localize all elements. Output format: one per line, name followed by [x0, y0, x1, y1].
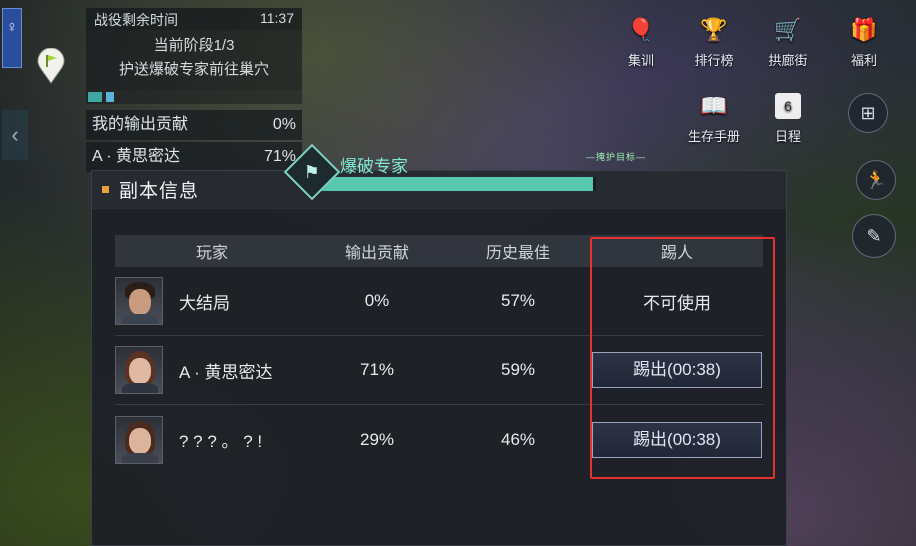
- book-icon: 📖: [700, 93, 728, 118]
- role-name: 爆破专家: [340, 157, 408, 176]
- flag-icon: ⚑: [303, 161, 321, 182]
- menu-arcade[interactable]: 🛒 拱廊街: [760, 12, 816, 69]
- kick-button[interactable]: 踢出(00:38): [592, 352, 762, 388]
- col-best: 历史最佳: [485, 245, 550, 262]
- player-status-chip[interactable]: ♀: [2, 8, 22, 68]
- kick-unavailable-text: 不可使用: [643, 293, 711, 313]
- menu-label: 排行榜: [694, 53, 734, 68]
- player-best: 46%: [500, 429, 536, 449]
- kick-button[interactable]: 踢出(00:38): [592, 421, 762, 458]
- col-kick: 踢人: [660, 245, 693, 262]
- flag-icon: [88, 92, 102, 102]
- sprint-button[interactable]: 🏃: [856, 160, 896, 200]
- player-name: 大结局: [179, 293, 230, 313]
- menu-label: 拱廊街: [768, 53, 808, 68]
- title-mark: [102, 186, 109, 193]
- objective-text: 护送爆破专家前往巢穴: [118, 61, 269, 78]
- runner-icon: 🏃: [864, 169, 888, 190]
- avatar: [115, 415, 163, 464]
- reload-button[interactable]: ✎: [852, 214, 896, 258]
- menu-label: 集训: [627, 53, 654, 68]
- grid-icon: ⊞: [860, 102, 876, 123]
- player-contribution: 71%: [359, 360, 395, 379]
- flag-icon: [106, 92, 114, 102]
- calendar-icon: 6: [768, 88, 808, 124]
- stage-text: 当前阶段1/3: [153, 37, 235, 54]
- avatar: [115, 277, 163, 325]
- avatar: [115, 346, 163, 394]
- contrib-value: 0%: [272, 116, 296, 133]
- role-progress-fill: [320, 177, 593, 191]
- player-name: ? ? ? 。 ? !: [179, 432, 263, 451]
- player-contribution: 29%: [359, 429, 395, 449]
- menu-label: 日程: [774, 129, 801, 144]
- col-player: 玩家: [195, 245, 228, 262]
- escort-target-tag: —掩护目标—: [586, 152, 647, 162]
- map-pin-icon[interactable]: [36, 48, 66, 84]
- bullet-icon: ✎: [866, 225, 882, 246]
- table-header: 玩家 输出贡献 历史最佳 踢人: [115, 235, 763, 267]
- player-contribution: 0%: [364, 291, 390, 310]
- menu-label: 生存手册: [687, 129, 740, 144]
- table-row: ? ? ? 。 ? ! 29% 46% 踢出(00:38): [115, 405, 763, 474]
- shop-cart-icon: 🛒: [774, 17, 802, 42]
- player-best: 57%: [500, 291, 536, 310]
- gift-box-icon: 🎁: [850, 17, 878, 42]
- player-name: A · 黄思密达: [179, 362, 273, 382]
- contrib-name: 我的输出贡献: [92, 116, 189, 133]
- col-contribution: 输出贡献: [344, 245, 409, 262]
- mission-panel: 战役剩余时间 11:37 当前阶段1/3 护送爆破专家前往巢穴 我的输出贡献 0…: [86, 8, 302, 172]
- person-icon: ♀: [6, 19, 18, 36]
- menu-survival-handbook[interactable]: 📖 生存手册: [686, 88, 742, 145]
- timer-value: 11:37: [260, 10, 294, 26]
- table-row: A · 黄思密达 71% 59% 踢出(00:38): [115, 336, 763, 405]
- menu-label: 福利: [850, 53, 877, 68]
- menu-leaderboard[interactable]: 🏆 排行榜: [686, 12, 742, 69]
- menu-welfare[interactable]: 🎁 福利: [836, 12, 892, 69]
- stage-flags: [86, 90, 302, 104]
- menu-schedule[interactable]: 6 日程: [760, 88, 816, 145]
- calendar-day: 6: [775, 93, 801, 119]
- timer-label: 战役剩余时间: [94, 12, 178, 28]
- collapse-left-arrow-icon[interactable]: ‹: [2, 110, 28, 160]
- trophy-icon: 🏆: [700, 17, 728, 42]
- contrib-name: A · 黄思密达: [92, 148, 181, 165]
- teammate-contribution-row: A · 黄思密达 71%: [86, 142, 302, 172]
- dialog-title: 副本信息: [119, 181, 200, 202]
- my-contribution-row: 我的输出贡献 0%: [86, 110, 302, 140]
- grid-menu-button[interactable]: ⊞: [848, 93, 888, 133]
- player-best: 59%: [500, 360, 536, 379]
- players-table: 玩家 输出贡献 历史最佳 踢人 大结局 0% 57% 不可使用 A · 黄思密达…: [115, 235, 763, 474]
- table-row: 大结局 0% 57% 不可使用: [115, 267, 763, 336]
- menu-training[interactable]: 🎈 集训: [613, 12, 669, 69]
- gift-balloon-icon: 🎈: [627, 17, 655, 42]
